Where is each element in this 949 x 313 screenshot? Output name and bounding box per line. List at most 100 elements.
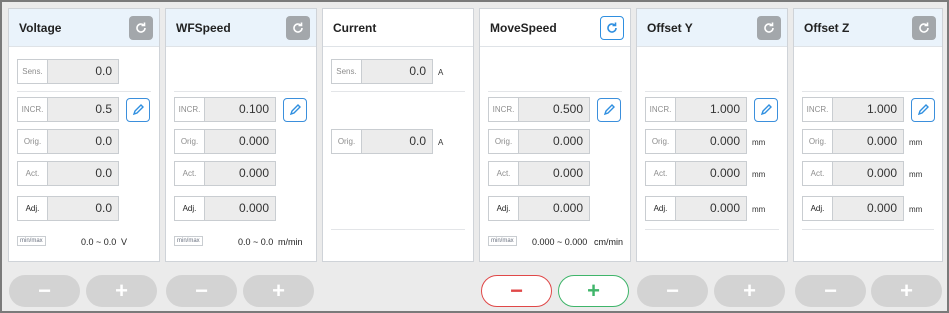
divider xyxy=(802,229,934,230)
field-label: Orig. xyxy=(18,130,48,153)
field-value: 0.0 xyxy=(409,134,426,148)
reset-button[interactable] xyxy=(600,16,624,40)
incr-field[interactable]: INCR. 0.100 xyxy=(174,97,276,122)
movespeed-plus-button[interactable]: + xyxy=(558,275,629,307)
act-field: Act. 0.000 xyxy=(645,161,747,186)
field-label: Act. xyxy=(489,162,519,185)
field-value: 0.000 xyxy=(552,166,583,180)
refresh-icon xyxy=(293,22,303,33)
panel-movespeed: MoveSpeed INCR. 0.500 Orig. 0.000 Act. 0… xyxy=(479,8,631,262)
orig-field: Orig. 0.000 xyxy=(802,129,904,154)
field-value: 0.0 xyxy=(95,201,112,215)
field-value: 0.000 xyxy=(552,134,583,148)
incr-field[interactable]: INCR. 0.5 xyxy=(17,97,119,122)
reset-button[interactable] xyxy=(286,16,310,40)
field-value: 0.0 xyxy=(409,64,426,78)
field-label: Act. xyxy=(646,162,676,185)
adj-field[interactable]: Adj. 0.000 xyxy=(174,196,276,221)
sens-field: Sens. 0.0 xyxy=(17,59,119,84)
adj-field[interactable]: Adj. 0.000 xyxy=(802,196,904,221)
unit-label: A xyxy=(438,138,444,147)
edit-button[interactable] xyxy=(126,98,150,122)
sens-field: Sens. 0.0 xyxy=(331,59,433,84)
refresh-icon xyxy=(607,22,617,33)
panel-title: Voltage xyxy=(19,21,62,35)
minmax-tag: min/max xyxy=(488,236,517,246)
field-value: 0.100 xyxy=(238,102,269,116)
pencil-icon xyxy=(603,104,615,116)
range-value: 0.000 ~ 0.000 xyxy=(532,237,588,247)
unit-label: mm xyxy=(909,205,923,214)
field-label: INCR. xyxy=(646,98,676,121)
divider xyxy=(174,91,308,92)
field-value: 0.500 xyxy=(552,102,583,116)
range-unit: m/min xyxy=(278,237,303,247)
pencil-icon xyxy=(760,104,772,116)
divider xyxy=(331,91,465,92)
edit-button[interactable] xyxy=(754,98,778,122)
panel-title: Offset Z xyxy=(804,21,850,35)
field-label: Act. xyxy=(803,162,833,185)
divider xyxy=(17,91,151,92)
edit-button[interactable] xyxy=(597,98,621,122)
field-label: INCR. xyxy=(18,98,48,121)
voltage-plus-button[interactable]: + xyxy=(86,275,157,307)
field-value: 0.000 xyxy=(866,134,897,148)
unit-label: mm xyxy=(752,170,766,179)
wfspeed-minus-button[interactable]: − xyxy=(166,275,237,307)
incr-field[interactable]: INCR. 1.000 xyxy=(645,97,747,122)
field-label: INCR. xyxy=(803,98,833,121)
field-label: Adj. xyxy=(489,197,519,220)
panel-offset-z: Offset Z INCR. 1.000 Orig. 0.000 mm Act.… xyxy=(793,8,943,262)
wfspeed-plus-button[interactable]: + xyxy=(243,275,314,307)
offset-y-plus-button[interactable]: + xyxy=(714,275,785,307)
minmax-tag: min/max xyxy=(174,236,203,246)
divider xyxy=(802,91,934,92)
offset-z-plus-button[interactable]: + xyxy=(871,275,942,307)
offset-z-minus-button[interactable]: − xyxy=(795,275,866,307)
unit-label: mm xyxy=(752,205,766,214)
unit-label: A xyxy=(438,68,444,77)
field-label: Act. xyxy=(18,162,48,185)
panel-title: Current xyxy=(333,21,377,35)
unit-label: mm xyxy=(752,138,766,147)
orig-field: Orig. 0.0 xyxy=(17,129,119,154)
field-value: 0.000 xyxy=(709,201,740,215)
panel-header: WFSpeed xyxy=(166,9,316,47)
act-field: Act. 0.000 xyxy=(488,161,590,186)
field-value: 0.000 xyxy=(238,201,269,215)
edit-button[interactable] xyxy=(283,98,307,122)
adj-field[interactable]: Adj. 0.000 xyxy=(488,196,590,221)
reset-button[interactable] xyxy=(129,16,153,40)
field-value: 0.000 xyxy=(552,201,583,215)
adj-field[interactable]: Adj. 0.000 xyxy=(645,196,747,221)
panel-wfspeed: WFSpeed INCR. 0.100 Orig. 0.000 Act. 0.0… xyxy=(165,8,317,262)
orig-field: Orig. 0.000 xyxy=(488,129,590,154)
orig-field: Orig. 0.000 xyxy=(174,129,276,154)
incr-field[interactable]: INCR. 1.000 xyxy=(802,97,904,122)
field-label: INCR. xyxy=(175,98,205,121)
panel-current: Current Sens. 0.0 A Orig. 0.0 A xyxy=(322,8,474,262)
movespeed-minus-button[interactable]: − xyxy=(481,275,552,307)
pencil-icon xyxy=(132,104,144,116)
reset-button[interactable] xyxy=(912,16,936,40)
adj-field[interactable]: Adj. 0.0 xyxy=(17,196,119,221)
offset-y-minus-button[interactable]: − xyxy=(637,275,708,307)
divider xyxy=(645,229,779,230)
refresh-icon xyxy=(764,22,774,33)
minmax-tag: min/max xyxy=(17,236,46,246)
field-value: 0.000 xyxy=(238,134,269,148)
field-label: Orig. xyxy=(489,130,519,153)
field-value: 0.000 xyxy=(866,201,897,215)
reset-button[interactable] xyxy=(757,16,781,40)
field-label: Orig. xyxy=(175,130,205,153)
incr-field[interactable]: INCR. 0.500 xyxy=(488,97,590,122)
field-value: 0.5 xyxy=(95,102,112,116)
field-value: 0.000 xyxy=(709,134,740,148)
unit-label: mm xyxy=(909,170,923,179)
orig-field: Orig. 0.000 xyxy=(645,129,747,154)
edit-button[interactable] xyxy=(911,98,935,122)
divider xyxy=(331,229,465,230)
voltage-minus-button[interactable]: − xyxy=(9,275,80,307)
range-value: 0.0 ~ 0.0 xyxy=(238,237,274,247)
